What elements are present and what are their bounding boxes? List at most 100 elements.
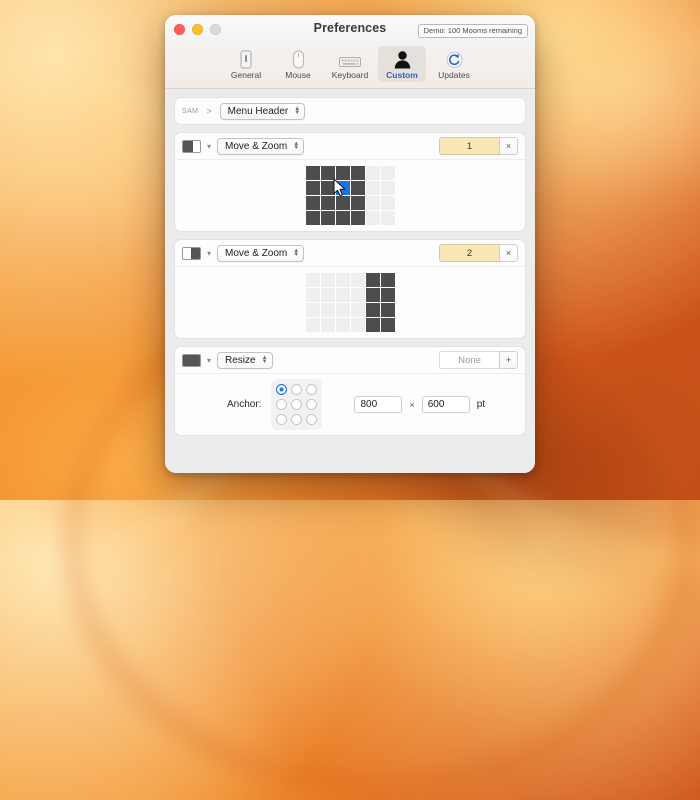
action-2-row: ▾ Move & Zoom ▲ ▼ 2 × [175,240,525,266]
grid-cell[interactable] [380,166,395,180]
action-3-row: ▾ Resize ▲ ▼ None + [175,347,525,373]
grid-cell[interactable] [305,273,320,287]
anchor-radio-grid[interactable] [271,379,323,430]
grid-cell[interactable] [320,196,335,210]
grid-cell[interactable] [305,196,320,210]
action-2-hotkey-field[interactable]: 2 [439,244,499,262]
tab-keyboard[interactable]: Keyboard [326,46,374,82]
tab-general[interactable]: General [222,46,270,82]
grid-cell[interactable] [365,181,380,195]
sam-label: SAM [182,107,199,115]
grid-cell[interactable] [380,273,395,287]
chevron-down-icon-1[interactable]: ▾ [207,142,211,151]
grid-cell[interactable] [320,303,335,317]
grid-cell[interactable] [320,211,335,225]
chevron-right-icon: > [206,106,212,116]
action-1-hotkey-clear-button[interactable]: × [499,137,518,155]
anchor-radio[interactable] [276,384,288,395]
grid-cell[interactable] [365,303,380,317]
grid-cell[interactable] [350,181,365,195]
stepper-icon: ▲ ▼ [294,106,301,116]
grid-cell[interactable] [380,196,395,210]
grid-cell[interactable] [380,181,395,195]
general-icon [238,49,254,69]
tab-custom[interactable]: Custom [378,46,426,82]
grid-cell[interactable] [305,181,320,195]
grid-cell[interactable] [350,288,365,302]
grid-cell[interactable] [350,273,365,287]
action-2-cell-grid[interactable] [305,273,395,332]
anchor-radio[interactable] [306,384,318,395]
grid-cell[interactable] [335,211,350,225]
size-unit-label: pt [476,399,486,410]
grid-cell[interactable] [350,303,365,317]
grid-cell[interactable] [335,288,350,302]
anchor-radio[interactable] [291,399,303,410]
menu-header-popup[interactable]: Menu Header ▲ ▼ [219,102,306,120]
grid-cell[interactable] [305,303,320,317]
action-1-grid-stage [175,159,525,231]
grid-cell[interactable] [305,318,320,332]
height-input[interactable]: 600 [421,396,470,413]
action-3-popup[interactable]: Resize ▲ ▼ [217,351,273,369]
tab-updates[interactable]: Updates [430,46,478,82]
grid-cell[interactable] [365,166,380,180]
grid-cell[interactable] [320,288,335,302]
grid-cell[interactable] [305,288,320,302]
grid-cell[interactable] [380,303,395,317]
action-2-hotkey-clear-button[interactable]: × [499,244,518,262]
menu-header-popup-value: Menu Header [227,105,289,117]
grid-cell[interactable] [320,273,335,287]
anchor-radio[interactable] [291,384,303,395]
anchor-radio[interactable] [276,414,288,425]
grid-cell[interactable] [335,303,350,317]
grid-cell[interactable] [365,318,380,332]
grid-cell[interactable] [365,196,380,210]
chevron-down-icon-2[interactable]: ▾ [207,249,211,258]
tab-custom-label: Custom [386,70,418,80]
anchor-radio[interactable] [291,414,303,425]
anchor-radio[interactable] [306,414,318,425]
grid-cell[interactable] [335,181,350,195]
action-3-hotkey-field[interactable]: None [439,351,499,369]
grid-cell[interactable] [350,318,365,332]
action-1-popup[interactable]: Move & Zoom ▲ ▼ [217,137,305,155]
custom-panel: SAM > Menu Header ▲▼ ▾ Move & Zoom ▲▼ [165,89,535,473]
action-1-cell-grid[interactable] [305,166,395,225]
grid-cell[interactable] [320,166,335,180]
mouse-icon [292,49,305,69]
grid-cell[interactable] [380,288,395,302]
grid-cell[interactable] [365,273,380,287]
width-input[interactable]: 800 [354,396,403,413]
action-3-hotkey-add-button[interactable]: + [499,351,518,369]
action-card-3: ▾ Resize ▲ ▼ None + Anchor: 800 × 600 pt [174,346,526,436]
window-full-icon [182,353,201,367]
window-left-icon [182,139,201,153]
action-card-1: ▾ Move & Zoom ▲ ▼ 1 × [174,132,526,232]
grid-cell[interactable] [380,318,395,332]
tab-mouse[interactable]: Mouse [274,46,322,82]
grid-cell[interactable] [305,211,320,225]
action-2-popup[interactable]: Move & Zoom ▲ ▼ [217,244,305,262]
anchor-radio[interactable] [306,399,318,410]
anchor-radio[interactable] [276,399,288,410]
action-1-hotkey-group: 1 × [439,137,518,155]
grid-cell[interactable] [380,211,395,225]
grid-cell[interactable] [350,211,365,225]
grid-cell[interactable] [335,318,350,332]
action-1-hotkey-field[interactable]: 1 [439,137,499,155]
resize-options: Anchor: 800 × 600 pt [175,373,525,435]
anchor-label: Anchor: [227,399,262,410]
grid-cell[interactable] [335,273,350,287]
demo-badge[interactable]: Demo: 100 Mooms remaining [417,24,528,38]
grid-cell[interactable] [335,166,350,180]
grid-cell[interactable] [320,318,335,332]
grid-cell[interactable] [365,288,380,302]
chevron-down-icon-3[interactable]: ▾ [207,356,211,365]
grid-cell[interactable] [305,166,320,180]
grid-cell[interactable] [365,211,380,225]
grid-cell[interactable] [320,181,335,195]
grid-cell[interactable] [350,166,365,180]
grid-cell[interactable] [350,196,365,210]
grid-cell[interactable] [335,196,350,210]
